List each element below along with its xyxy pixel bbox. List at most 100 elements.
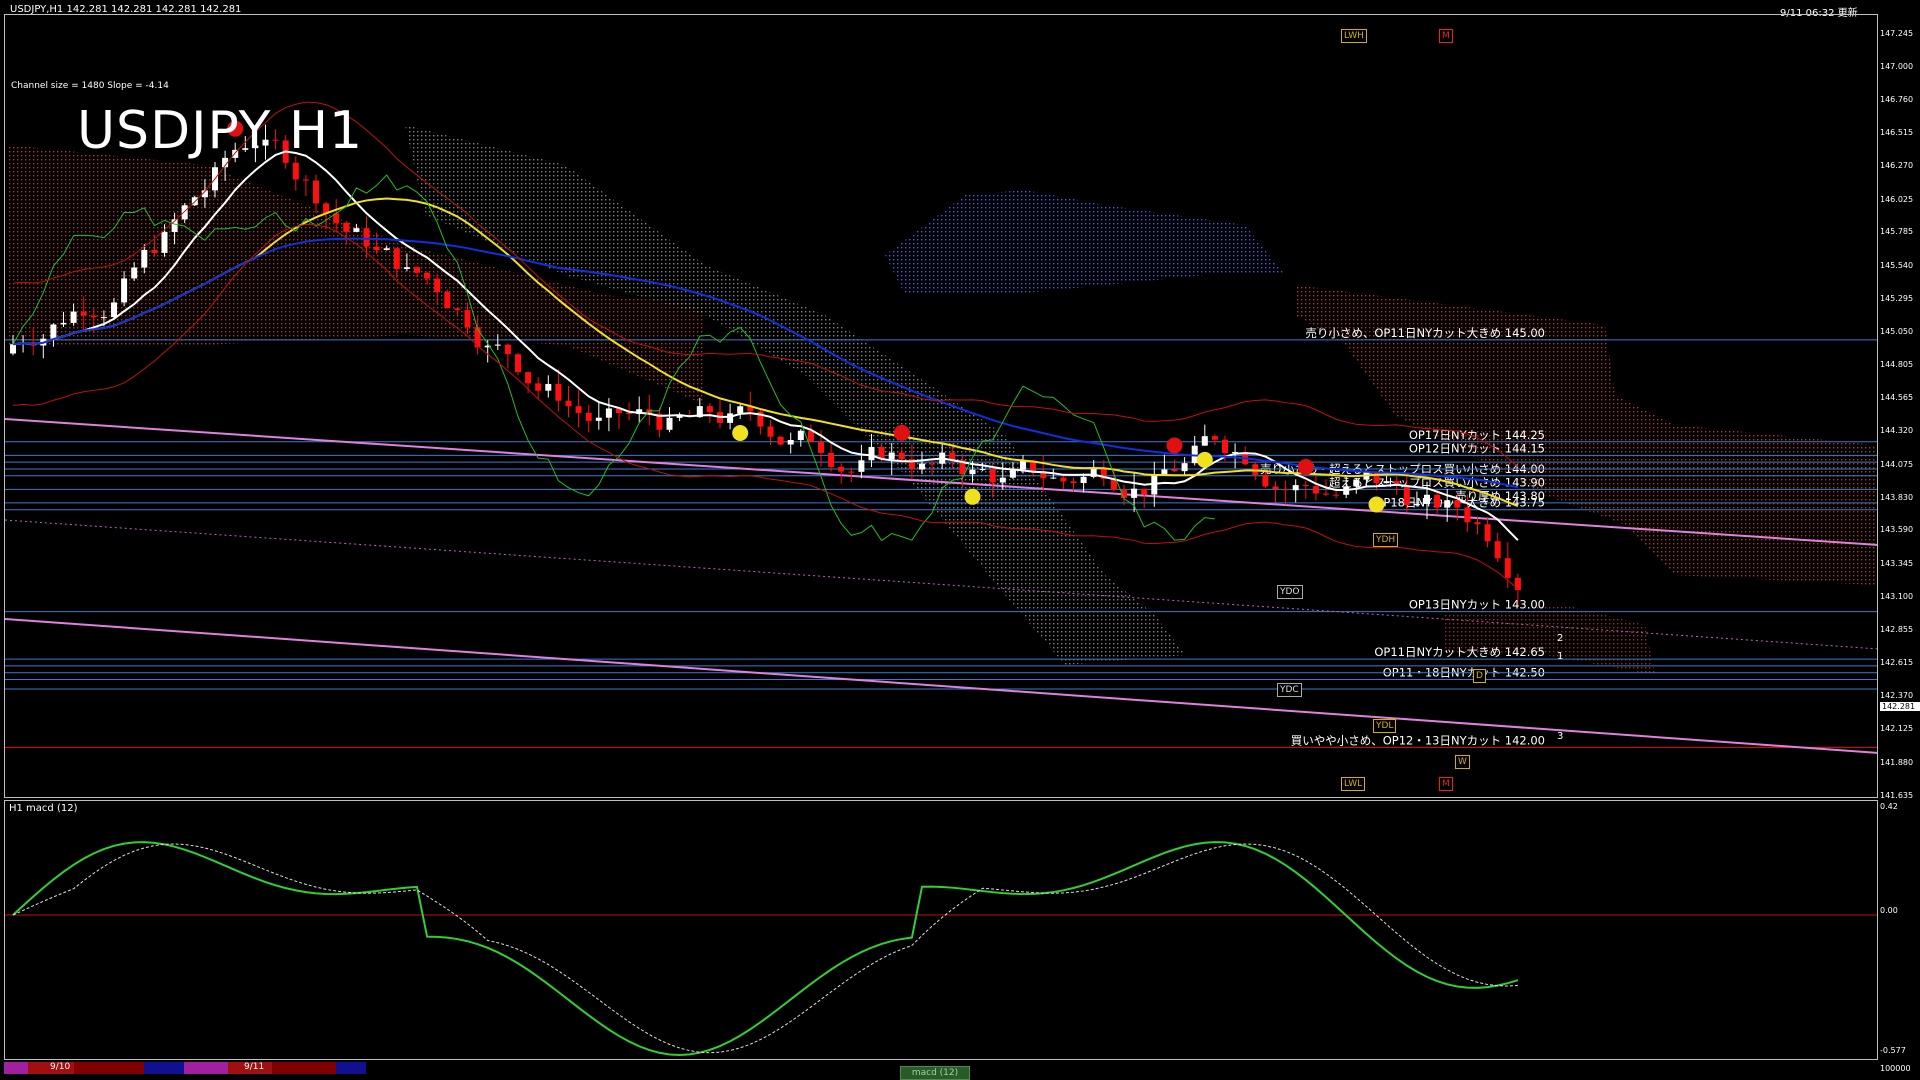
price-tick-label: 142.370 (1880, 691, 1914, 701)
candle-body (898, 452, 905, 460)
candle-body (1333, 494, 1340, 496)
candle-body (989, 469, 996, 483)
candle-body (373, 246, 380, 251)
candle-body (1171, 469, 1178, 472)
candle-body (181, 205, 188, 220)
candle-body (888, 452, 895, 460)
candle-body (10, 344, 16, 354)
tag-ydo: YDO (1277, 585, 1303, 599)
candle-body (626, 412, 633, 415)
chart-window[interactable]: USDJPY,H1 142.281 142.281 142.281 142.28… (0, 0, 1920, 1080)
candle-body (1353, 479, 1360, 487)
candle-body (575, 406, 582, 413)
candle-body (1302, 485, 1309, 487)
price-chart-panel[interactable]: 売り小さめ、OP11日NYカット大きめ 145.00 OP17日NYカット 144… (4, 14, 1878, 798)
candle-body (666, 417, 673, 430)
price-tick-label: 147.245 (1880, 29, 1914, 38)
price-tick-label: 141.880 (1880, 757, 1914, 767)
tag-daily: D (1473, 669, 1486, 683)
candle-body (848, 471, 855, 473)
candle-body (787, 440, 794, 445)
candle-body (858, 460, 865, 472)
candle-body (1494, 541, 1501, 559)
price-tick-label: 146.270 (1880, 161, 1914, 171)
ichimoku-cloud-bullish (885, 190, 1285, 295)
candle-body (777, 436, 784, 445)
candle-body (393, 248, 400, 269)
candle-body (1403, 485, 1410, 506)
candle-body (494, 344, 501, 346)
ichimoku-cloud-small (1445, 605, 1655, 675)
candle-body (1080, 476, 1087, 484)
price-tick-label: 142.125 (1880, 724, 1914, 734)
candle-body (70, 311, 77, 323)
candle-body (929, 463, 936, 465)
candle-body (999, 477, 1006, 483)
fractal-down-marker (1368, 496, 1385, 513)
price-tick-label: 145.050 (1880, 327, 1914, 337)
candle-body (1060, 477, 1067, 482)
candle-body (434, 278, 441, 293)
price-tick-label: 146.760 (1880, 94, 1914, 104)
candle-body (1474, 522, 1481, 525)
candle-body (545, 383, 552, 391)
candle-body (1282, 489, 1289, 491)
tab-macd[interactable]: macd (12) (900, 1066, 970, 1080)
candle-body (80, 311, 87, 316)
tag-monthly-low: M (1439, 777, 1453, 791)
channel-number-3: 3 (1557, 731, 1564, 742)
candle-body (1454, 500, 1461, 508)
candle-body (535, 383, 542, 391)
candle-body (818, 441, 824, 453)
price-tick-label: 143.100 (1880, 592, 1914, 601)
price-tick-label: 146.515 (1880, 128, 1914, 138)
candle-body (1292, 485, 1299, 491)
candle-body (1201, 436, 1208, 446)
candle-body (1444, 500, 1451, 508)
volume-axis-label: 100000 (1880, 1064, 1911, 1073)
candle-body (828, 452, 835, 467)
price-tick-label: 146.025 (1880, 194, 1914, 204)
candle-body (969, 469, 976, 475)
price-tick-label: 144.565 (1880, 393, 1914, 403)
candle-body (868, 446, 875, 461)
candle-body (1504, 558, 1511, 578)
candle-body (737, 406, 744, 414)
candle-body (515, 354, 521, 373)
macd-axis-bottom: -0.577 (1880, 1046, 1906, 1055)
macd-panel[interactable]: H1 macd (12) (4, 800, 1878, 1060)
price-tick-label: 145.295 (1880, 293, 1914, 303)
price-tick-label: 145.785 (1880, 227, 1914, 237)
candle-body (292, 162, 299, 180)
candle-body (363, 228, 370, 247)
price-tick-label: 144.805 (1880, 360, 1914, 370)
price-tick-label: 144.075 (1880, 459, 1914, 469)
price-tick-label: 143.590 (1880, 525, 1914, 535)
macd-canvas (5, 841, 1877, 1057)
candle-body (525, 372, 532, 384)
price-tick-label: 144.320 (1880, 426, 1914, 436)
candle-body (504, 344, 511, 355)
macd-axis-top: 0.42 (1880, 802, 1898, 811)
candle-body (1383, 481, 1390, 484)
candle-body (838, 466, 845, 472)
candle-body (565, 400, 572, 407)
candle-body (1151, 475, 1158, 495)
fractal-down-marker (964, 488, 981, 505)
tag-weekly: W (1455, 755, 1470, 769)
candle-body (767, 426, 774, 437)
price-tick-label: 142.615 (1880, 657, 1914, 667)
tag-ydh: YDH (1373, 533, 1399, 547)
fractal-up-marker (1166, 437, 1183, 454)
candle-body (1222, 439, 1228, 453)
level-annotation: OP13日NYカット 143.00 (1409, 598, 1545, 612)
candle-body (60, 322, 67, 325)
fractal-down-marker (732, 425, 749, 442)
candle-body (585, 412, 592, 421)
current-price-label: 142.281 (1880, 702, 1920, 712)
candle-body (111, 302, 117, 318)
date-label-9-10: 9/10 (50, 1062, 71, 1072)
price-tick-label: 145.540 (1880, 260, 1914, 270)
candle-body (797, 430, 804, 441)
candle-body (1070, 481, 1077, 484)
